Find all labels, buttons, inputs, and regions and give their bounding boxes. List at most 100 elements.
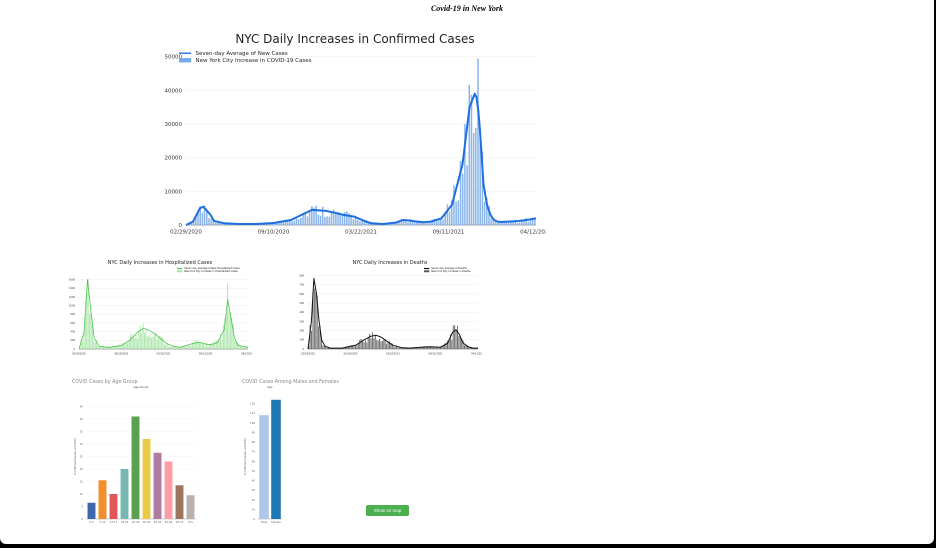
y-axis-label: Confirmed Cases (x1,000): [243, 438, 247, 474]
daily-bar: [386, 343, 388, 349]
daily-bar: [89, 313, 91, 349]
daily-bar: [204, 345, 206, 349]
show-on-map-button[interactable]: Show on map: [366, 505, 409, 516]
daily-bar: [243, 347, 245, 349]
chart-title: NYC Daily Increases in Confirmed Cases: [235, 32, 474, 46]
x-tick-label: 02/29/2020: [301, 352, 315, 355]
daily-bar: [490, 218, 492, 225]
bar: [87, 502, 96, 519]
y-tick-label: 1000: [69, 305, 76, 308]
daily-bar: [418, 347, 420, 349]
daily-bar: [308, 210, 311, 225]
x-tick-label: 09/10/2020: [258, 230, 290, 236]
x-tick-label: 03/22/2021: [157, 352, 171, 355]
daily-bar: [295, 218, 298, 225]
daily-bar: [297, 219, 300, 225]
daily-bar: [197, 340, 199, 349]
daily-bar: [139, 325, 141, 349]
legend-bar-swatch: [179, 58, 192, 63]
daily-bar: [379, 338, 381, 349]
daily-bar: [100, 346, 102, 349]
daily-bar: [134, 338, 136, 349]
daily-bar: [352, 219, 355, 225]
y-tick-label: 0: [81, 517, 83, 521]
daily-bar: [149, 334, 151, 349]
daily-bar: [477, 58, 479, 225]
legend-line-swatch: [179, 52, 192, 54]
daily-bar: [210, 218, 212, 225]
daily-bar: [216, 222, 219, 225]
y-tick-label: 200: [299, 329, 304, 332]
daily-bar: [350, 345, 352, 349]
daily-bar: [452, 325, 454, 349]
x-tick-label: 09/11/2021: [433, 230, 465, 236]
daily-bar: [326, 216, 328, 225]
daily-bar: [407, 222, 409, 225]
daily-bar: [169, 346, 171, 349]
legend-bar-swatch: [424, 270, 430, 273]
daily-bar: [234, 341, 236, 349]
age-group-chart: COVID Cases by Age GroupAge Group 0 5 10 15 2…: [72, 379, 196, 524]
daily-bar: [293, 220, 296, 225]
legend-label: New York City Increase in Deaths: [431, 270, 471, 273]
daily-bar: [359, 339, 361, 349]
y-tick-label: 10: [252, 507, 256, 511]
x-tick-label: 04/12/2022: [241, 352, 252, 355]
y-tick-label: 800: [70, 313, 75, 316]
bar: [109, 494, 118, 519]
legend-bar-swatch: [177, 270, 183, 273]
daily-bar: [518, 222, 521, 225]
daily-bar: [353, 346, 355, 349]
bar: [186, 495, 195, 519]
y-tick-label: 500: [299, 302, 304, 305]
daily-bar: [527, 221, 530, 225]
daily-bar: [127, 343, 129, 349]
daily-bar: [311, 330, 313, 349]
y-tick-label: 1600: [69, 279, 76, 282]
daily-bar: [442, 219, 444, 225]
daily-bar: [458, 335, 460, 349]
daily-bar: [341, 214, 344, 225]
daily-bar: [302, 214, 304, 225]
daily-bar: [222, 324, 224, 349]
daily-bar: [142, 323, 144, 349]
y-tick-label: 100: [299, 339, 304, 342]
daily-bar: [394, 347, 396, 349]
daily-bar: [201, 212, 204, 225]
daily-bar: [158, 336, 160, 349]
daily-bar: [151, 337, 153, 349]
daily-bar: [97, 346, 99, 349]
daily-bar: [125, 342, 127, 349]
daily-bar: [208, 218, 210, 225]
daily-bar: [131, 334, 133, 349]
daily-bar: [322, 345, 324, 349]
x-tick-label: 45-54: [154, 520, 162, 524]
page-title: Covid-19 in New York: [430, 4, 504, 13]
x-tick-label: 25-34: [132, 520, 140, 524]
y-tick-label: 5: [81, 505, 83, 509]
daily-bar: [359, 221, 361, 225]
daily-bar: [455, 329, 457, 349]
daily-bar: [426, 222, 429, 225]
daily-bar: [472, 132, 475, 225]
chart-title: NYC Daily Increases in Deaths: [352, 260, 427, 266]
bar: [120, 469, 129, 519]
x-tick-label: 09/10/2020: [344, 352, 358, 355]
daily-bar: [146, 335, 148, 349]
daily-bar: [170, 346, 172, 349]
y-tick-label: 15: [80, 480, 84, 484]
daily-bar: [189, 345, 191, 349]
daily-bar: [162, 337, 164, 349]
bar: [175, 485, 184, 519]
daily-bar: [346, 211, 348, 225]
x-tick-label: 04/12/2022: [520, 230, 546, 236]
y-tick-label: 1200: [69, 296, 76, 299]
daily-bar: [291, 221, 293, 225]
daily-bar: [315, 292, 317, 349]
daily-bar: [221, 339, 223, 349]
page: Covid-19 in New York NYC Daily Increases…: [0, 0, 934, 544]
daily-bar: [374, 335, 376, 349]
daily-bar: [190, 346, 192, 349]
y-tick-label: 400: [70, 331, 75, 334]
daily-bar: [318, 326, 320, 349]
